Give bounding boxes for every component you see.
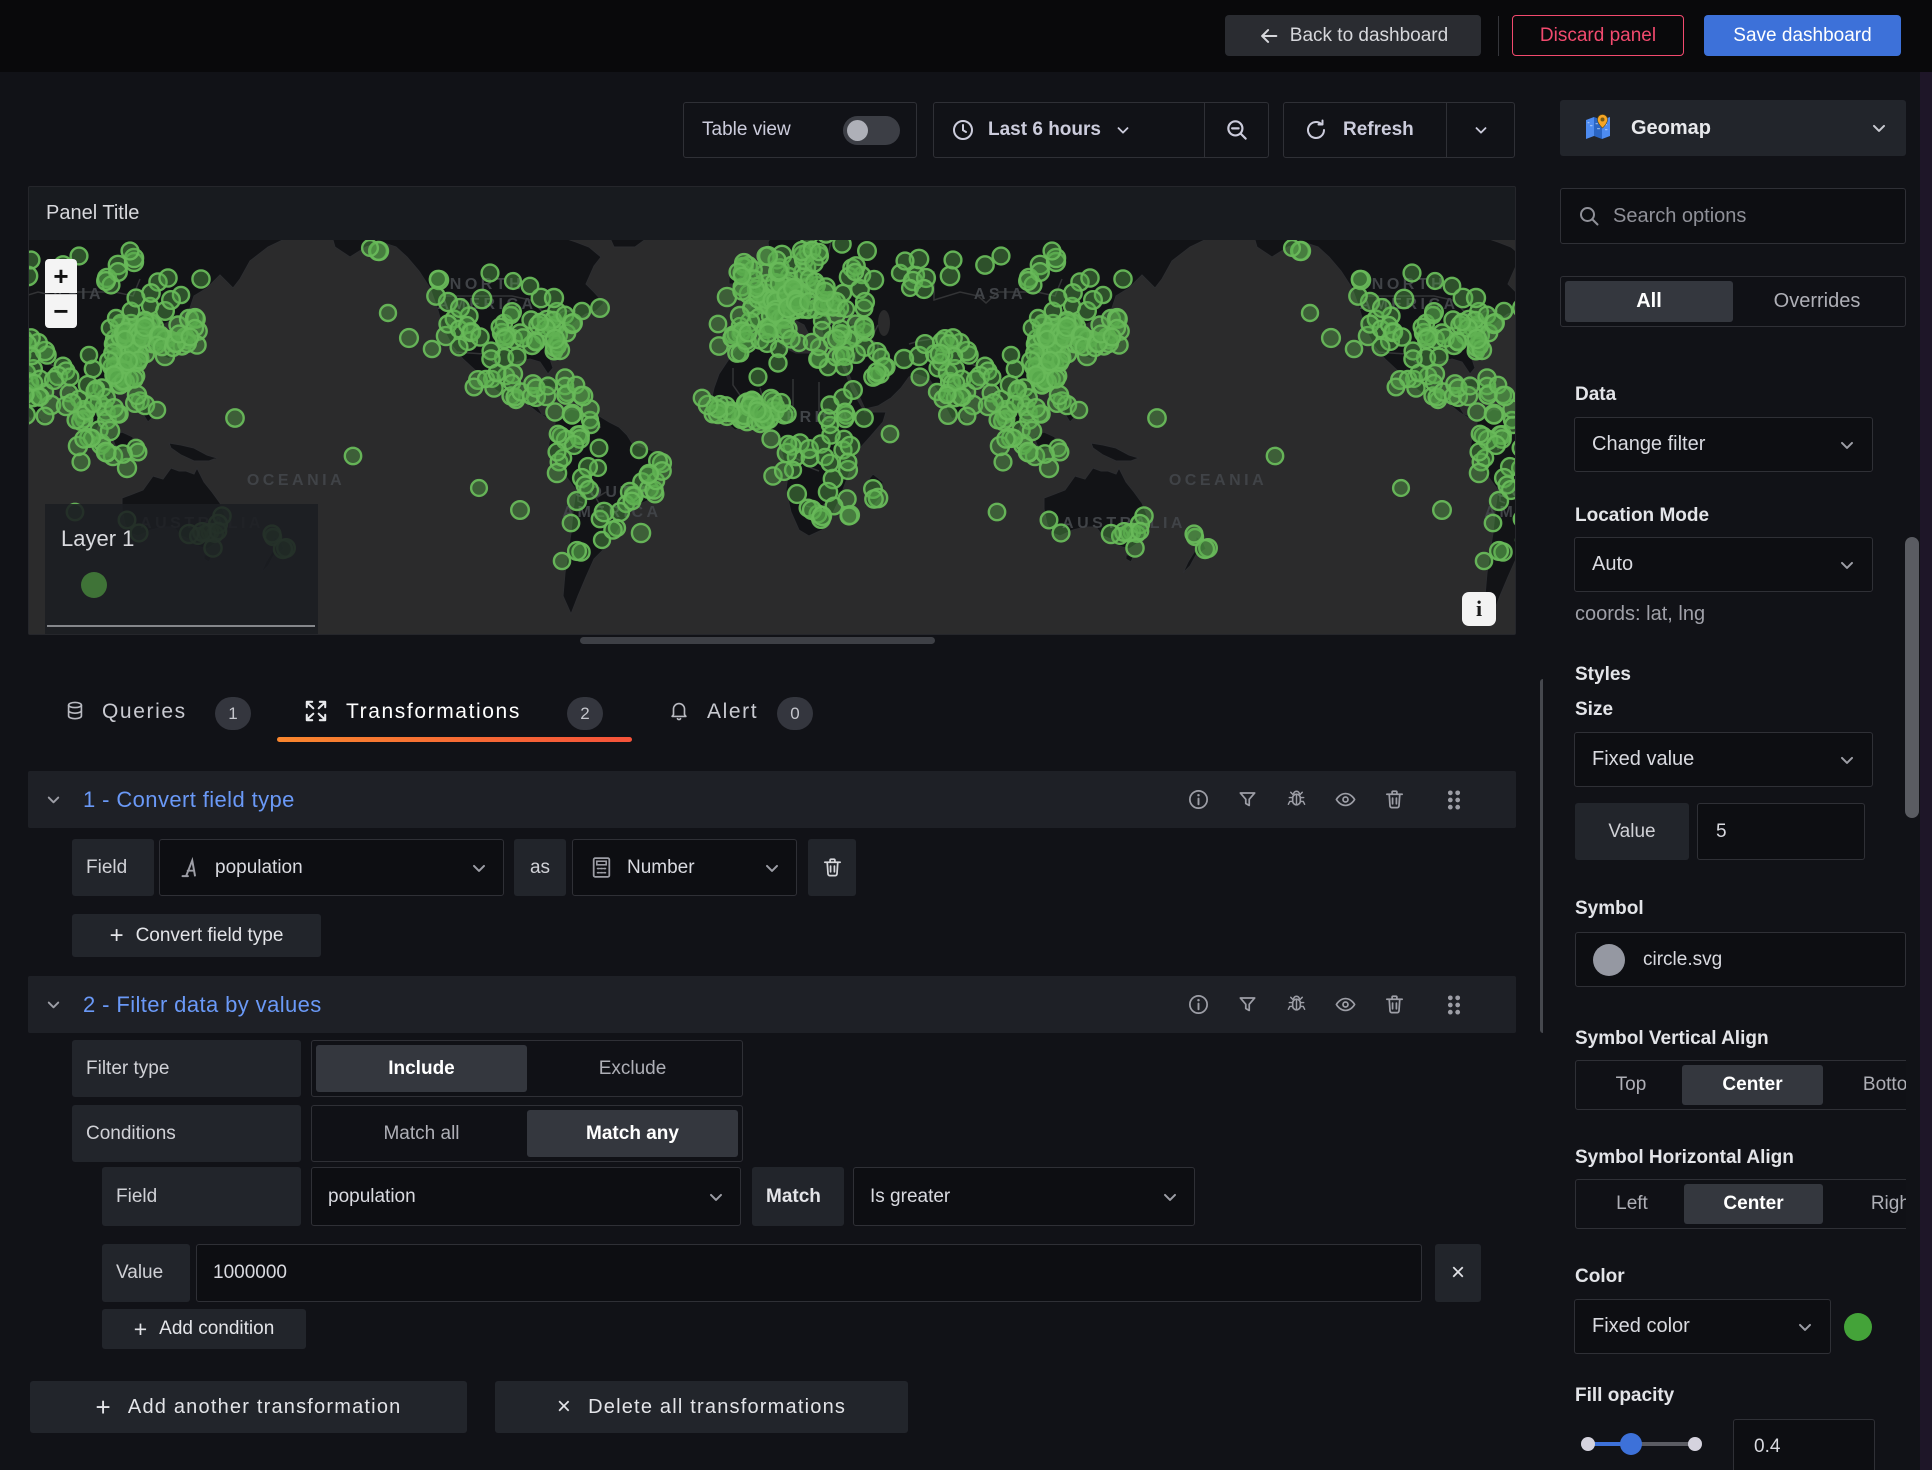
svg-text:ASIA: ASIA bbox=[974, 286, 1026, 303]
svg-text:OCEANIA: OCEANIA bbox=[247, 472, 345, 489]
svg-text:OCEANIA: OCEANIA bbox=[1169, 472, 1267, 489]
